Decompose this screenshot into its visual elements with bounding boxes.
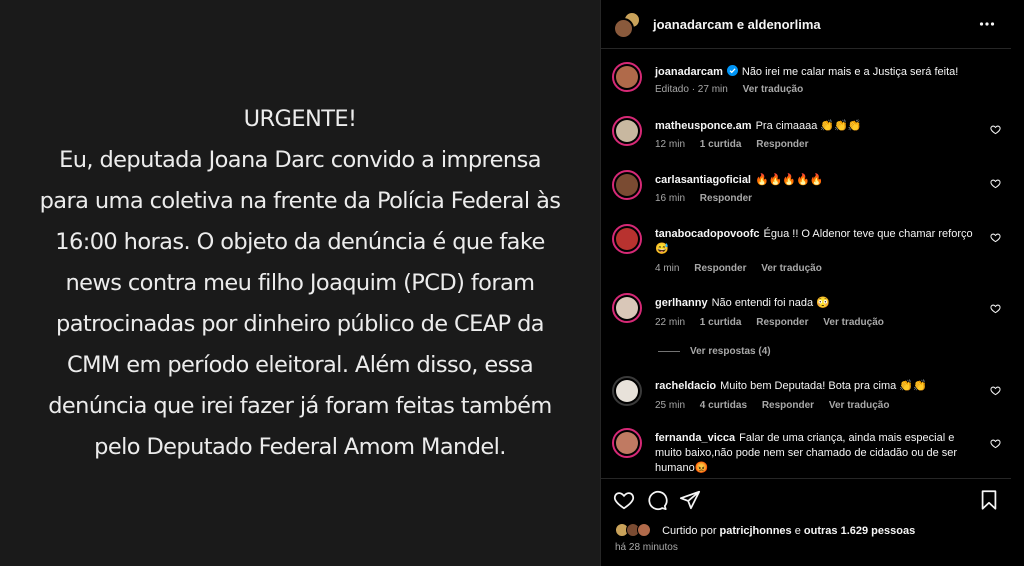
comment-meta: 12 min 1 curtida Responder bbox=[655, 139, 821, 150]
avatar[interactable] bbox=[612, 376, 642, 406]
comment-meta: 16 min Responder bbox=[655, 193, 764, 204]
comment-time: 22 min bbox=[655, 317, 686, 328]
reply-button[interactable]: Responder bbox=[756, 317, 808, 328]
likes-mid: e bbox=[794, 525, 801, 537]
share-icon[interactable] bbox=[679, 489, 701, 511]
heart-icon[interactable] bbox=[990, 385, 1001, 396]
post-text-line: 16:00 horas. O objeto da denúncia é que … bbox=[55, 228, 545, 255]
caption-meta: Editado · 27 min Ver tradução bbox=[655, 84, 815, 95]
comment-text: matheusponce.am Pra cimaaaa 👏👏👏 bbox=[655, 119, 973, 134]
comment-icon[interactable] bbox=[646, 489, 668, 511]
replies-divider bbox=[658, 350, 680, 352]
comment-text: carlasantiagoficial 🔥🔥🔥🔥🔥 bbox=[655, 173, 973, 188]
heart-icon[interactable] bbox=[990, 178, 1001, 189]
avatar[interactable] bbox=[612, 293, 642, 323]
heart-icon[interactable] bbox=[990, 438, 1001, 449]
post-text-line: URGENTE! bbox=[243, 105, 357, 132]
comment-username[interactable]: gerlhanny bbox=[655, 297, 708, 309]
post-text: URGENTE! Eu, deputada Joana Darc convido… bbox=[20, 99, 580, 468]
comment-time: 4 min bbox=[655, 263, 680, 274]
post-side-panel: joanadarcam e aldenorlima joanadarcam Não… bbox=[600, 0, 1011, 566]
see-translation-link[interactable]: Ver tradução bbox=[761, 263, 822, 274]
post-text-line: CMM em período eleitoral. Além disso, es… bbox=[66, 351, 534, 378]
comment-time: 12 min bbox=[655, 139, 686, 150]
avatar[interactable] bbox=[612, 224, 642, 254]
comment-text: racheldacio Muito bem Deputada! Bota pra … bbox=[655, 379, 973, 394]
comment-username[interactable]: matheusponce.am bbox=[655, 120, 752, 132]
comment-meta: 22 min 1 curtida Responder Ver tradução bbox=[655, 317, 896, 328]
comment-text: tanabocadopovoofc Égua !! O Aldenor teve … bbox=[655, 227, 973, 257]
post-header: joanadarcam e aldenorlima bbox=[601, 0, 1011, 49]
post-image: URGENTE! Eu, deputada Joana Darc convido… bbox=[0, 0, 600, 566]
likes-others[interactable]: outras 1.629 pessoas bbox=[804, 525, 915, 537]
post-text-line: news contra meu filho Joaquim (PCD) fora… bbox=[65, 269, 536, 296]
post-text-line: patrocinadas por dinheiro público de CEA… bbox=[56, 310, 545, 337]
comment-username[interactable]: tanabocadopovoofc bbox=[655, 228, 760, 240]
comment-likes[interactable]: 1 curtida bbox=[700, 317, 742, 328]
post-text-line: Eu, deputada Joana Darc convido a impren… bbox=[59, 146, 541, 173]
likes-prefix: Curtido por bbox=[662, 525, 717, 537]
comments-list[interactable]: joanadarcam Não irei me calar mais e a Ju… bbox=[601, 49, 1011, 477]
avatar[interactable] bbox=[612, 116, 642, 146]
comment-username[interactable]: fernanda_vicca bbox=[655, 432, 735, 444]
comment-meta: 4 min Responder Ver tradução bbox=[655, 263, 834, 274]
comment-text: gerlhanny Não entendi foi nada 😳 bbox=[655, 296, 973, 311]
action-bar bbox=[601, 478, 1011, 519]
heart-icon[interactable] bbox=[613, 489, 635, 511]
comment-body: 🔥🔥🔥🔥🔥 bbox=[755, 174, 824, 186]
comment-username[interactable]: racheldacio bbox=[655, 380, 716, 392]
more-horizontal-icon[interactable] bbox=[979, 16, 995, 32]
post-text-line: denúncia que irei fazer já foram feitas … bbox=[48, 392, 552, 419]
view-replies-button[interactable]: Ver respostas (4) bbox=[658, 346, 771, 357]
comment-time: 16 min bbox=[655, 193, 686, 204]
comment-likes[interactable]: 4 curtidas bbox=[700, 400, 747, 411]
edited-time: Editado · 27 min bbox=[655, 84, 728, 95]
view-replies-label: Ver respostas (4) bbox=[690, 346, 771, 357]
collab-avatars[interactable] bbox=[613, 11, 643, 39]
avatar[interactable] bbox=[612, 428, 642, 458]
comment-body: Pra cimaaaa 👏👏👏 bbox=[755, 120, 862, 132]
right-edge bbox=[1011, 0, 1024, 566]
verified-badge-icon bbox=[726, 65, 738, 76]
post-text-line: para uma coletiva na frente da Polícia F… bbox=[39, 187, 561, 214]
post-time: há 28 minutos bbox=[615, 542, 678, 553]
liker-username[interactable]: patricjhonnes bbox=[720, 525, 792, 537]
comment-body: Não entendi foi nada 😳 bbox=[711, 297, 830, 309]
post-text-line: pelo Deputado Federal Amom Mandel. bbox=[94, 433, 506, 460]
caption-body: Não irei me calar mais e a Justiça será … bbox=[741, 66, 959, 78]
avatar[interactable] bbox=[612, 170, 642, 200]
comment-username[interactable]: joanadarcam bbox=[655, 66, 723, 78]
avatar bbox=[637, 523, 651, 537]
heart-icon[interactable] bbox=[990, 232, 1001, 243]
reply-button[interactable]: Responder bbox=[756, 139, 808, 150]
post-author-title[interactable]: joanadarcam e aldenorlima bbox=[653, 17, 821, 32]
bookmark-icon[interactable] bbox=[978, 489, 1000, 511]
comment-likes[interactable]: 1 curtida bbox=[700, 139, 742, 150]
comment-body: Muito bem Deputada! Bota pra cima 👏👏 bbox=[720, 380, 927, 392]
comment-meta: 25 min 4 curtidas Responder Ver tradução bbox=[655, 400, 901, 411]
likes-summary[interactable]: Curtido por patricjhonnes e outras 1.629… bbox=[615, 523, 915, 537]
liker-avatars bbox=[615, 523, 655, 537]
comment-text: fernanda_vicca Falar de uma criança, aind… bbox=[655, 431, 973, 476]
reply-button[interactable]: Responder bbox=[762, 400, 814, 411]
avatar[interactable] bbox=[613, 18, 634, 39]
heart-icon[interactable] bbox=[990, 124, 1001, 135]
caption-text: joanadarcam Não irei me calar mais e a Ju… bbox=[655, 65, 973, 80]
see-translation-link[interactable]: Ver tradução bbox=[829, 400, 890, 411]
see-translation-link[interactable]: Ver tradução bbox=[823, 317, 884, 328]
comment-username[interactable]: carlasantiagoficial bbox=[655, 174, 751, 186]
comment-time: 25 min bbox=[655, 400, 686, 411]
reply-button[interactable]: Responder bbox=[700, 193, 752, 204]
avatar[interactable] bbox=[612, 62, 642, 92]
heart-icon[interactable] bbox=[990, 303, 1001, 314]
see-translation-link[interactable]: Ver tradução bbox=[743, 84, 804, 95]
reply-button[interactable]: Responder bbox=[694, 263, 746, 274]
